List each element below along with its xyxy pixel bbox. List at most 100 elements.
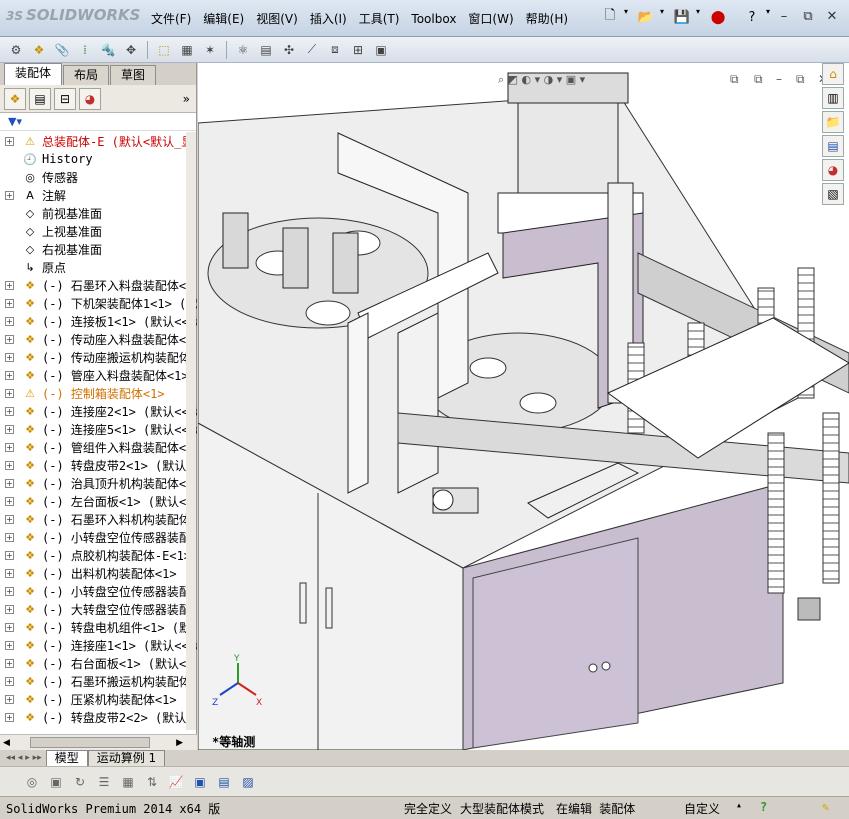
expand-icon[interactable]: + bbox=[5, 478, 14, 488]
tree-item[interactable]: + ❖ (-) 管组件入料盘装配体< bbox=[0, 438, 197, 456]
tree-filter[interactable]: ▼▾ bbox=[0, 113, 196, 131]
tab-model[interactable]: 模型 bbox=[45, 750, 88, 766]
chevron-down-icon[interactable]: ▾ bbox=[624, 7, 632, 27]
tree-item[interactable]: ◇ 前视基准面 bbox=[0, 204, 197, 222]
expand-icon[interactable]: + bbox=[5, 532, 14, 542]
filter-icon[interactable]: ▼▾ bbox=[8, 115, 22, 128]
table-view-icon[interactable]: ▤ bbox=[214, 772, 234, 792]
menu-insert[interactable]: 插入(I) bbox=[304, 9, 353, 29]
reference-geometry-icon[interactable]: ✶ bbox=[200, 40, 220, 60]
mate-icon[interactable]: 📎 bbox=[52, 40, 72, 60]
menu-help[interactable]: 帮助(H) bbox=[520, 9, 574, 29]
tree-item[interactable]: + ❖ (-) 左台面板<1> (默认<< bbox=[0, 492, 197, 510]
expand-icon[interactable]: + bbox=[5, 658, 14, 668]
help-icon[interactable]: ? bbox=[742, 7, 762, 27]
tree-item[interactable]: + ❖ (-) 转盘皮带2<2> (默认< bbox=[0, 708, 197, 726]
tree-item[interactable]: + ⚠ (-) 控制箱装配体<1> bbox=[0, 384, 197, 402]
minimize-icon[interactable]: – bbox=[775, 7, 793, 25]
help-icon[interactable]: ? bbox=[760, 800, 767, 814]
tree-item[interactable]: + ❖ (-) 点胶机构装配体-E<1> bbox=[0, 546, 197, 564]
tree-item[interactable]: + A 注解 bbox=[0, 186, 197, 204]
tree-item[interactable]: + ❖ (-) 连接座1<1> (默认<<默 bbox=[0, 636, 197, 654]
tree-item[interactable]: + ❖ (-) 传动座入料盘装配体< bbox=[0, 330, 197, 348]
tree-item[interactable]: + ❖ (-) 石墨环入料盘装配体< bbox=[0, 276, 197, 294]
chevron-down-icon[interactable]: ▾ bbox=[696, 7, 704, 27]
tree-item[interactable]: + ❖ (-) 连接板1<1> (默认<<默 bbox=[0, 312, 197, 330]
expand-icon[interactable]: + bbox=[5, 460, 14, 470]
tree-item[interactable]: ◇ 上视基准面 bbox=[0, 222, 197, 240]
linear-pattern-icon[interactable]: ⁞ bbox=[75, 40, 95, 60]
expand-icon[interactable]: + bbox=[5, 712, 14, 722]
heads-up-view-toolbar[interactable]: ⌕ ◩ ◐ ▾ ◑ ▾ ▣ ▾ bbox=[498, 73, 586, 86]
expand-icon[interactable]: + bbox=[5, 568, 14, 578]
chevron-down-icon[interactable]: ▾ bbox=[660, 7, 668, 27]
menu-file[interactable]: 文件(F) bbox=[145, 9, 197, 29]
tree-vertical-scrollbar[interactable] bbox=[186, 132, 196, 730]
tree-item[interactable]: ◎ 传感器 bbox=[0, 168, 197, 186]
tab-motion-study[interactable]: 运动算例 1 bbox=[87, 750, 166, 766]
cube-view-icon[interactable]: ▣ bbox=[190, 772, 210, 792]
tree-item[interactable]: + ❖ (-) 大转盘空位传感器装配 bbox=[0, 600, 197, 618]
status-customize[interactable]: 自定义 bbox=[684, 800, 720, 817]
tree-item[interactable]: + ❖ (-) 转盘皮带2<1> (默认< bbox=[0, 456, 197, 474]
bill-of-materials-icon[interactable]: ▤ bbox=[256, 40, 276, 60]
expand-icon[interactable]: + bbox=[5, 352, 14, 362]
scroll-thumb[interactable] bbox=[29, 737, 150, 748]
tree-item[interactable]: + ❖ (-) 石墨环搬运机构装配体 bbox=[0, 672, 197, 690]
new-document-icon[interactable]: 🗋 bbox=[600, 7, 620, 27]
design-library-icon[interactable]: ▥ bbox=[822, 87, 844, 109]
tree-item[interactable]: + ❖ (-) 连接座2<1> (默认<<默 bbox=[0, 402, 197, 420]
viewport-minimize-icon[interactable]: – bbox=[776, 72, 782, 86]
expand-icon[interactable]: + bbox=[5, 370, 14, 380]
tab-assembly[interactable]: 装配体 bbox=[4, 63, 63, 85]
assembly-features-icon[interactable]: ▦ bbox=[177, 40, 197, 60]
expand-icon[interactable]: + bbox=[5, 424, 14, 434]
tree-item[interactable]: + ❖ (-) 连接座5<1> (默认<<默 bbox=[0, 420, 197, 438]
configuration-manager-icon[interactable]: ⊟ bbox=[54, 87, 76, 110]
rebuild-traffic-light-icon[interactable]: ⬤ bbox=[708, 7, 728, 27]
close-icon[interactable]: ✕ bbox=[823, 7, 841, 25]
tree-item[interactable]: + ❖ (-) 小转盘空位传感器装配 bbox=[0, 582, 197, 600]
chevron-up-icon[interactable]: ▴ bbox=[736, 800, 742, 811]
calculator-icon[interactable]: ◎ bbox=[22, 772, 42, 792]
list-icon[interactable]: ☰ bbox=[94, 772, 114, 792]
notes-icon[interactable]: ✎ bbox=[822, 800, 829, 814]
tree-item[interactable]: + ❖ (-) 压紧机构装配体<1> ( bbox=[0, 690, 197, 708]
tree-item[interactable]: + ❖ (-) 管座入料盘装配体<1> bbox=[0, 366, 197, 384]
show-hidden-icon[interactable]: ⬚ bbox=[154, 40, 174, 60]
scroll-right-icon[interactable]: ▶ bbox=[176, 738, 183, 748]
property-manager-icon[interactable]: ▤ bbox=[29, 87, 51, 110]
custom-properties-icon[interactable]: ▧ bbox=[822, 183, 844, 205]
interference-detection-icon[interactable]: ⧈ bbox=[325, 40, 345, 60]
expand-icon[interactable]: + bbox=[5, 316, 14, 326]
expand-icon[interactable]: + bbox=[5, 514, 14, 524]
tab-sketch[interactable]: 草图 bbox=[110, 65, 157, 85]
expand-icon[interactable]: + bbox=[5, 694, 14, 704]
menu-window[interactable]: 窗口(W) bbox=[462, 9, 519, 29]
chevron-down-icon[interactable]: ▾ bbox=[766, 7, 774, 27]
menu-view[interactable]: 视图(V) bbox=[250, 9, 304, 29]
expand-icon[interactable]: + bbox=[5, 334, 14, 344]
chevron-right-icon[interactable]: » bbox=[183, 92, 190, 106]
smart-fasteners-icon[interactable]: 🔩 bbox=[98, 40, 118, 60]
tree-item[interactable]: + ❖ (-) 传动座搬运机构装配体 bbox=[0, 348, 197, 366]
expand-icon[interactable]: + bbox=[5, 550, 14, 560]
tree-horizontal-scrollbar[interactable]: ◀ ▶ bbox=[0, 734, 197, 750]
scroll-left-icon[interactable]: ◀ bbox=[3, 738, 10, 748]
key-points-icon[interactable]: ⇅ bbox=[142, 772, 162, 792]
home-icon[interactable]: ⌂ bbox=[822, 63, 844, 85]
tree-item[interactable]: + ❖ (-) 小转盘空位传感器装配 bbox=[0, 528, 197, 546]
view-palette-icon[interactable]: ▤ bbox=[822, 135, 844, 157]
expand-icon[interactable]: + bbox=[5, 676, 14, 686]
tree-item[interactable]: + ❖ (-) 出料机构装配体<1> ( bbox=[0, 564, 197, 582]
tree-item[interactable]: + ❖ (-) 转盘电机组件<1> (默 bbox=[0, 618, 197, 636]
open-folder-icon[interactable]: 📂 bbox=[636, 7, 656, 27]
new-motion-study-icon[interactable]: ⚛ bbox=[233, 40, 253, 60]
save-animation-icon[interactable]: ▨ bbox=[238, 772, 258, 792]
tree-item[interactable]: + ❖ (-) 石墨环入料机构装配体 bbox=[0, 510, 197, 528]
expand-icon[interactable]: + bbox=[5, 496, 14, 506]
tree-item[interactable]: + ❖ (-) 下机架装配体1<1> (默 bbox=[0, 294, 197, 312]
large-assembly-mode-icon[interactable]: ▣ bbox=[371, 40, 391, 60]
feature-manager-icon[interactable]: ❖ bbox=[4, 87, 26, 110]
tree-item[interactable]: 🕘 History bbox=[0, 150, 197, 168]
